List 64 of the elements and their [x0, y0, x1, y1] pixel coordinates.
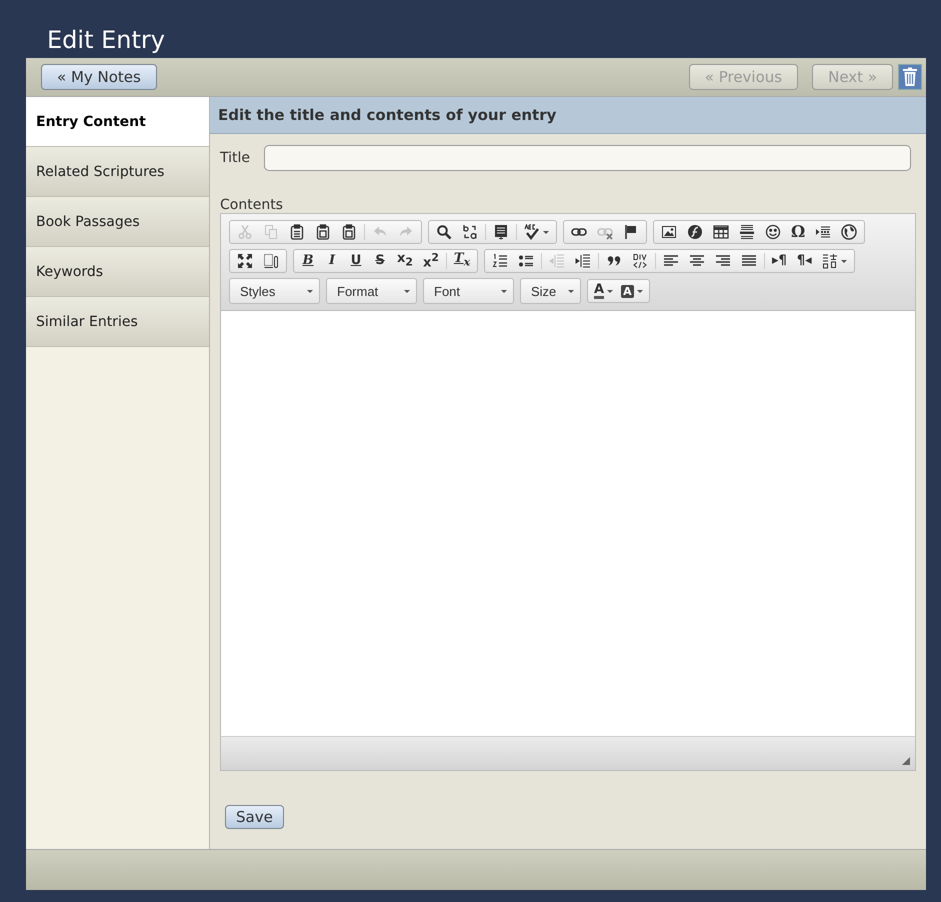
sidebar-item[interactable]: Keywords — [26, 247, 209, 297]
copy-icon — [263, 224, 279, 240]
dropdown[interactable]: Size — [520, 278, 581, 304]
format-button[interactable]: x$_{2}$ — [392, 250, 418, 272]
globe-icon — [841, 224, 858, 240]
format-button[interactable]: x$^{2}$ — [418, 250, 444, 272]
section-heading: Edit the title and contents of your entry — [210, 97, 926, 134]
page-title: Edit Entry — [46, 25, 165, 56]
sidebar-item[interactable]: Entry Content — [26, 97, 209, 147]
paste-text-icon — [315, 224, 331, 240]
format-button[interactable]: ▸¶ — [767, 250, 792, 272]
dropdown[interactable]: Styles — [229, 278, 320, 304]
format-button[interactable]: U — [344, 250, 368, 272]
format-button[interactable]: T$_{x}$ — [448, 250, 476, 272]
caret-icon — [307, 290, 313, 292]
horizontal-line-icon — [739, 224, 755, 240]
delete-button[interactable] — [898, 64, 922, 90]
outdent-icon — [549, 253, 566, 269]
dropdown[interactable]: Font — [423, 278, 514, 304]
back-button[interactable]: « My Notes — [41, 64, 157, 90]
resize-handle-icon[interactable] — [902, 757, 910, 765]
save-button[interactable]: Save — [225, 805, 284, 829]
format-button[interactable]: B — [296, 250, 320, 272]
caret-icon — [501, 290, 507, 292]
format-button[interactable]: ¶◂ — [792, 250, 817, 272]
trash-icon — [902, 67, 918, 87]
title-field[interactable] — [264, 145, 911, 171]
dropdown[interactable]: Format — [326, 278, 417, 304]
scissors-icon — [237, 224, 253, 240]
format-button[interactable]: Ω — [786, 221, 810, 243]
caret-icon — [607, 290, 614, 292]
show-blocks-icon — [263, 253, 279, 269]
sidebar-item[interactable]: Book Passages — [26, 197, 209, 247]
paste-word-icon — [341, 224, 357, 240]
table-icon — [713, 224, 729, 240]
clipboard-icon — [289, 224, 305, 240]
contents-label: Contents — [219, 196, 283, 213]
format-button[interactable]: I — [320, 250, 344, 272]
caret-icon — [568, 290, 574, 292]
caret-icon — [543, 230, 549, 234]
numbered-list-icon — [492, 253, 508, 269]
background-color-button[interactable]: A — [617, 280, 647, 302]
title-label: Title — [220, 150, 250, 166]
sidebar-item[interactable]: Related Scriptures — [26, 147, 209, 197]
flag-icon — [623, 224, 639, 240]
image-icon — [661, 224, 677, 240]
indent-icon — [575, 253, 592, 269]
language-icon — [822, 253, 838, 269]
select-all-icon — [493, 224, 509, 240]
div-icon — [632, 253, 648, 269]
flash-icon — [687, 224, 703, 240]
page-break-icon — [815, 224, 832, 240]
search-icon — [436, 224, 452, 240]
caret-icon — [840, 260, 847, 262]
caret-icon — [636, 290, 643, 292]
caret-icon — [404, 290, 410, 292]
bulleted-list-icon — [518, 253, 534, 269]
smiley-icon — [765, 224, 781, 240]
text-color-button[interactable]: A — [590, 280, 618, 302]
replace-icon — [462, 224, 478, 240]
maximize-icon — [237, 253, 253, 269]
format-button[interactable]: S — [368, 250, 392, 272]
sidebar-item[interactable]: Similar Entries — [26, 297, 209, 347]
spellcheck-icon — [524, 224, 540, 240]
